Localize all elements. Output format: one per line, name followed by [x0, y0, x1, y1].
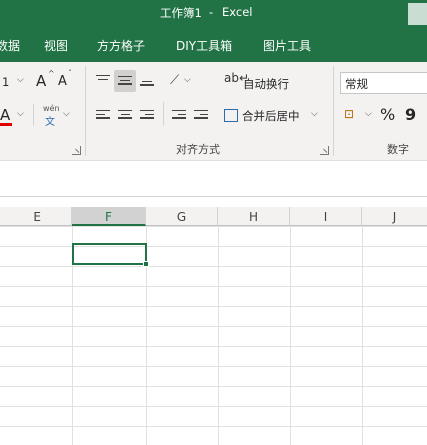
app-name: Excel [222, 5, 253, 19]
font-color-bar [0, 123, 12, 126]
font-dialog-launcher-icon[interactable] [72, 146, 81, 155]
group-separator [333, 66, 334, 156]
font-color-button[interactable]: A [0, 106, 10, 124]
title-bar: 工作簿1 - Excel [0, 0, 427, 26]
chevron-down-icon[interactable]: ⌵ [365, 110, 372, 119]
formula-bar-area [0, 160, 427, 196]
column-header-g[interactable]: G [146, 207, 218, 226]
font-size-value[interactable]: 1 [2, 75, 9, 89]
gridline [290, 226, 291, 445]
caret-up-icon: ^ [48, 69, 55, 78]
increase-indent-icon[interactable] [194, 110, 208, 122]
grow-font-button[interactable]: A [36, 72, 46, 90]
align-right-icon[interactable] [140, 110, 154, 122]
selected-cell[interactable] [72, 243, 147, 265]
align-left-icon[interactable] [96, 110, 110, 122]
gridline [362, 226, 363, 445]
bottom-align-icon[interactable] [140, 77, 154, 89]
column-header-e[interactable]: E [0, 207, 72, 226]
comma-style-button[interactable]: 9 [405, 105, 416, 124]
shrink-font-button[interactable]: A [58, 74, 67, 89]
column-header-j[interactable]: J [362, 207, 427, 226]
text-orientation-icon[interactable]: ⟋ [170, 74, 179, 87]
wrap-text-label[interactable]: 自动换行 [243, 76, 289, 92]
phonetic-pinyin: wén [43, 104, 60, 113]
column-header-f[interactable]: F [72, 207, 146, 226]
alignment-dialog-launcher-icon[interactable] [320, 146, 329, 155]
column-header-h[interactable]: H [218, 207, 290, 226]
group-separator [85, 66, 86, 156]
decrease-indent-icon[interactable] [172, 110, 186, 122]
alignment-group-label: 对齐方式 [176, 143, 220, 156]
chevron-down-icon[interactable]: ⌵ [17, 76, 24, 85]
top-align-icon[interactable] [96, 75, 110, 87]
tab-picture-tools[interactable]: 图片工具 [263, 37, 311, 54]
merge-center-label[interactable]: 合并后居中 [242, 108, 300, 124]
chevron-down-icon[interactable]: ⌵ [17, 110, 24, 119]
tab-diy-toolbox[interactable]: DIY工具箱 [176, 37, 232, 54]
chevron-down-icon[interactable]: ⌵ [311, 110, 318, 119]
tab-data[interactable]: 数据 [0, 37, 20, 54]
chevron-down-icon[interactable]: ⌵ [184, 76, 191, 85]
ribbon: 1 ⌵ A ^ A ˇ A ⌵ wén 文 ⌵ ⟋ ⌵ ab↵ 自动换行 合并后… [0, 62, 427, 160]
number-group-label: 数字 [387, 143, 409, 156]
align-center-icon[interactable] [118, 110, 132, 122]
divider [33, 104, 34, 126]
workbook-title: 工作簿1 [160, 6, 202, 20]
divider [163, 102, 164, 126]
merge-center-icon[interactable] [224, 109, 238, 122]
number-format-dropdown[interactable]: 常规 [340, 72, 427, 94]
gridline [218, 226, 219, 445]
caret-down-small-icon: ˇ [68, 69, 72, 78]
percent-style-button[interactable]: % [380, 105, 395, 124]
column-header-i[interactable]: I [290, 207, 362, 226]
formula-bar-border [0, 196, 427, 197]
middle-align-icon[interactable] [118, 76, 132, 88]
ribbon-tab-bar: 数据 视图 方方格子 DIY工具箱 图片工具 [0, 26, 427, 62]
chevron-down-icon[interactable]: ⌵ [63, 110, 70, 119]
fill-handle[interactable] [143, 261, 149, 267]
tab-fangfang-grid[interactable]: 方方格子 [97, 37, 145, 54]
title-separator: - [209, 5, 214, 19]
phonetic-guide-button[interactable]: 文 [45, 113, 55, 128]
tab-view[interactable]: 视图 [44, 37, 68, 54]
number-format-value: 常规 [345, 77, 368, 91]
accounting-format-icon[interactable]: ⊡ [344, 108, 354, 120]
window-control-button[interactable] [408, 3, 427, 25]
